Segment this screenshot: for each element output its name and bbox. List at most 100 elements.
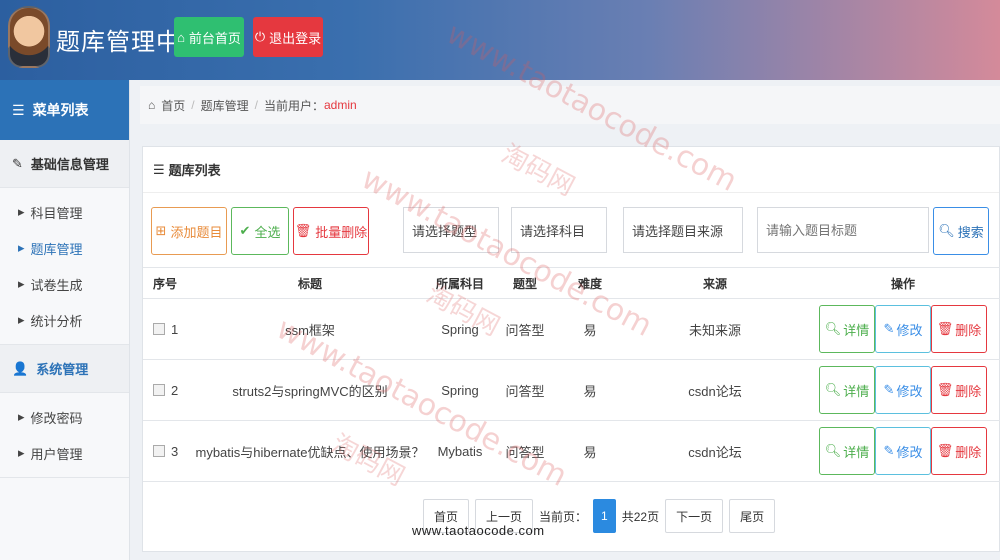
- sidebar-item-subjects[interactable]: ▸ 科目管理: [0, 194, 129, 230]
- sidebar-item-questions[interactable]: ▸ 题库管理: [0, 230, 129, 266]
- row-difficulty: 易: [583, 444, 597, 460]
- home-button[interactable]: ⌂ 前台首页: [174, 17, 244, 57]
- header-difficulty: 难度: [577, 276, 602, 291]
- footer-watermark: www.taotaocode.com: [412, 523, 545, 538]
- sidebar-item-label: 统计分析: [30, 313, 83, 329]
- row-source: 未知来源: [688, 322, 741, 338]
- table-row: 2 struts2与springMVC的区别 Spring 问答型 易 csdn…: [143, 360, 1000, 421]
- row-title: struts2与springMVC的区别: [232, 383, 388, 399]
- sidebar-group-system[interactable]: 👤 系统管理: [0, 345, 129, 393]
- trash-icon: 🗑: [936, 443, 954, 458]
- chevron-right-icon: ▸: [18, 240, 25, 255]
- panel-title: ☰ 题库列表: [143, 147, 999, 193]
- row-type: 问答型: [505, 383, 545, 399]
- sidebar-header: ☰ 菜单列表: [0, 80, 129, 140]
- top-header: 题库管理中心 ⌂ 前台首页 ⏻ 退出登录: [0, 0, 1000, 80]
- delete-button[interactable]: 🗑 删除: [931, 305, 987, 353]
- plus-square-icon: ⊞: [155, 223, 167, 238]
- breadcrumb-user-prefix: 当前用户：: [263, 98, 324, 113]
- check-icon: ✔: [239, 223, 251, 238]
- row-title: ssm框架: [285, 322, 335, 338]
- edit-icon: ✎: [12, 155, 23, 171]
- sidebar-group-label: 系统管理: [36, 362, 89, 377]
- row-subject: Spring: [441, 321, 479, 337]
- search-button[interactable]: 🔍︎ 搜索: [933, 207, 989, 255]
- total-pages: 共22页: [621, 509, 660, 524]
- header-no: 序号: [153, 276, 178, 291]
- table-header: 序号 标题 所属科目 题型 难度 来源 操作: [143, 267, 1000, 299]
- edit-icon: ✎: [883, 443, 895, 458]
- search-input[interactable]: [757, 207, 929, 253]
- edit-button[interactable]: ✎ 修改: [875, 366, 931, 414]
- add-question-button[interactable]: ⊞ 添加题目: [151, 207, 227, 255]
- detail-button[interactable]: 🔍︎ 详情: [819, 427, 875, 475]
- row-source: csdn论坛: [688, 444, 742, 460]
- trash-icon: 🗑: [936, 382, 954, 397]
- edit-icon: ✎: [883, 321, 895, 336]
- edit-button[interactable]: ✎ 修改: [875, 305, 931, 353]
- row-no: 3: [171, 443, 179, 459]
- row-source: csdn论坛: [688, 383, 742, 399]
- row-checkbox[interactable]: [153, 445, 165, 457]
- sidebar-item-users[interactable]: ▸ 用户管理: [0, 435, 129, 471]
- table-row: 3 mybatis与hibernate优缺点、使用场景？ Mybatis 问答型…: [143, 421, 1000, 482]
- chevron-right-icon: ▸: [18, 445, 25, 460]
- batch-delete-button[interactable]: 🗑 批量删除: [293, 207, 369, 255]
- breadcrumb-section[interactable]: 题库管理: [201, 97, 249, 114]
- search-button-label: 搜索: [957, 224, 984, 240]
- sidebar-item-stats[interactable]: ▸ 统计分析: [0, 302, 129, 338]
- delete-button[interactable]: 🗑 删除: [931, 427, 987, 475]
- type-select[interactable]: 请选择题型: [403, 207, 499, 253]
- current-page[interactable]: 1: [593, 499, 616, 533]
- sidebar: ☰ 菜单列表 ✎ 基础信息管理 ▸ 科目管理 ▸ 题库管理 ▸ 试卷生成 ▸ 统计分析 …: [0, 80, 130, 560]
- current-user: admin: [323, 98, 357, 112]
- row-subject: Spring: [441, 382, 479, 398]
- question-panel: ☰ 题库列表 ⊞ 添加题目 ✔ 全选 🗑 批量删除 请选择题型 请选择科目 请选择题目…: [142, 146, 1000, 552]
- subject-select[interactable]: 请选择科目: [511, 207, 607, 253]
- sidebar-item-label: 修改密码: [30, 410, 83, 426]
- search-icon: 🔍︎: [938, 223, 955, 238]
- chevron-right-icon: ▸: [18, 312, 25, 327]
- breadcrumb-separator: /: [191, 98, 195, 112]
- batch-delete-label: 批量删除: [315, 224, 368, 240]
- list-icon: ☰: [12, 101, 25, 118]
- sidebar-group-basic[interactable]: ✎ 基础信息管理: [0, 140, 129, 188]
- toolbar: ⊞添加题目 ✔全选 🗑批量删除 请选择题型 请选择科目 请选择题目来源 🔍︎搜索: [143, 207, 1000, 257]
- breadcrumb-home[interactable]: 首页: [161, 97, 185, 114]
- sidebar-system-items: ▸ 修改密码 ▸ 用户管理: [0, 393, 129, 478]
- sidebar-item-label: 科目管理: [30, 205, 83, 221]
- sidebar-group-label: 基础信息管理: [30, 157, 109, 172]
- detail-button[interactable]: 🔍︎ 详情: [819, 305, 875, 353]
- question-table: 序号 标题 所属科目 题型 难度 来源 操作 1 ssm框架 Spring 问答…: [143, 267, 1000, 482]
- logout-button-label: 退出登录: [269, 30, 322, 46]
- chevron-right-icon: ▸: [18, 276, 25, 291]
- sidebar-item-papers[interactable]: ▸ 试卷生成: [0, 266, 129, 302]
- sidebar-item-password[interactable]: ▸ 修改密码: [0, 399, 129, 435]
- detail-label: 详情: [843, 383, 870, 399]
- source-select[interactable]: 请选择题目来源: [623, 207, 743, 253]
- row-title: mybatis与hibernate优缺点、使用场景？: [195, 444, 425, 460]
- edit-button[interactable]: ✎ 修改: [875, 427, 931, 475]
- row-type: 问答型: [505, 322, 545, 338]
- row-subject: Mybatis: [437, 443, 483, 459]
- detail-button[interactable]: 🔍︎ 详情: [819, 366, 875, 414]
- sidebar-item-label: 试卷生成: [30, 277, 83, 293]
- delete-label: 删除: [955, 322, 982, 338]
- last-page-button[interactable]: 尾页: [729, 499, 776, 533]
- home-icon: ⌂: [177, 29, 185, 45]
- next-page-button[interactable]: 下一页: [665, 499, 724, 533]
- header-title: 标题: [297, 276, 322, 291]
- search-icon: 🔍︎: [824, 321, 842, 336]
- breadcrumb-separator: /: [254, 98, 258, 112]
- row-difficulty: 易: [583, 383, 597, 399]
- breadcrumb: ⌂ 首页 / 题库管理 / 当前用户： admin: [140, 86, 1000, 124]
- row-checkbox[interactable]: [153, 384, 165, 396]
- sidebar-basic-items: ▸ 科目管理 ▸ 题库管理 ▸ 试卷生成 ▸ 统计分析: [0, 188, 129, 345]
- logout-button[interactable]: ⏻ 退出登录: [253, 17, 323, 57]
- sidebar-title: 菜单列表: [32, 102, 89, 118]
- row-no: 1: [171, 321, 179, 337]
- row-checkbox[interactable]: [153, 323, 165, 335]
- select-all-button[interactable]: ✔ 全选: [231, 207, 289, 255]
- row-type: 问答型: [505, 444, 545, 460]
- delete-button[interactable]: 🗑 删除: [931, 366, 987, 414]
